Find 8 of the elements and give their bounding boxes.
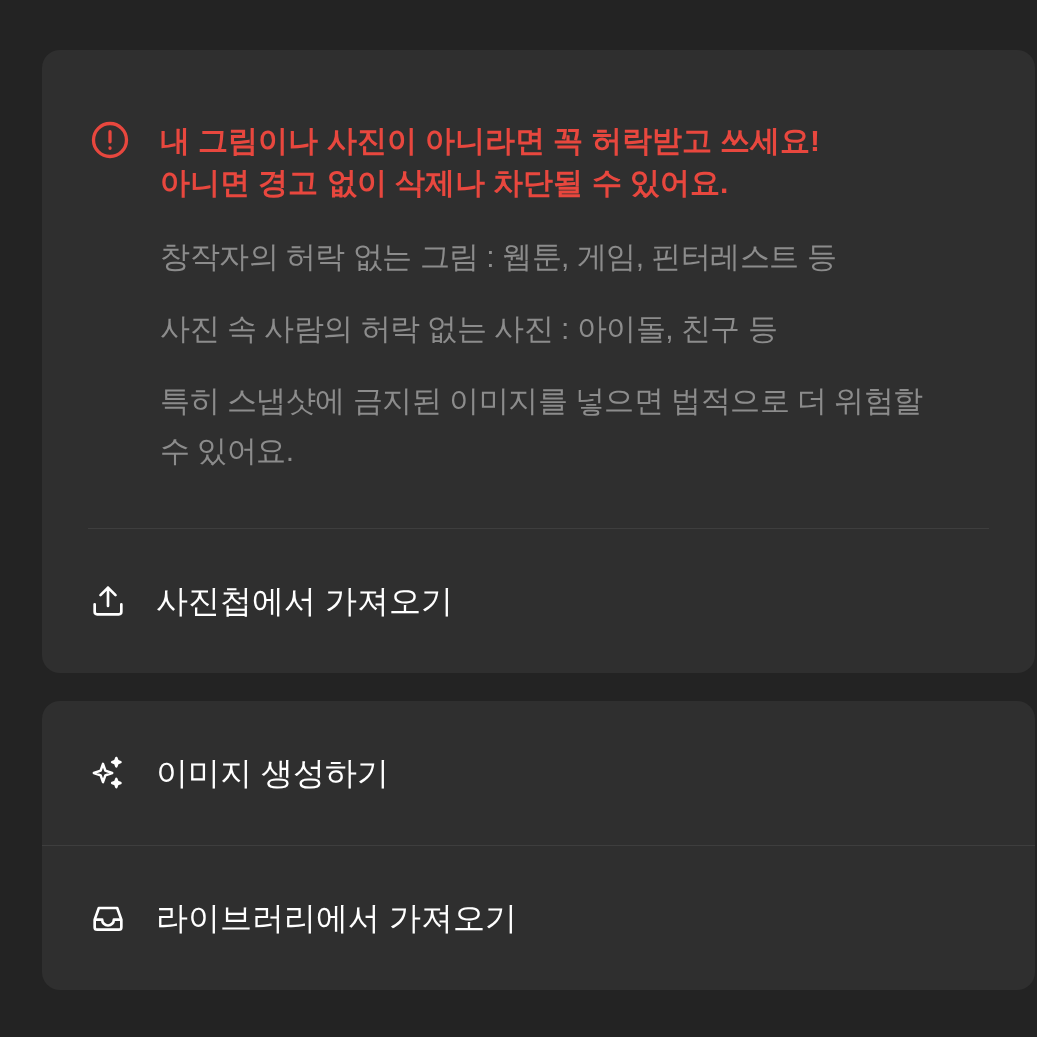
warning-title: 아니면 경고 없이 삭제나 차단될 수 있어요. — [160, 165, 730, 201]
action-item[interactable]: 사진첩에서 가져오기 — [42, 529, 1035, 673]
action-item[interactable]: 라이브러리에서 가져오기 — [42, 846, 1035, 990]
warning-title: 내 그림이나 사진이 아니라면 꼭 허락받고 쓰세요! — [160, 123, 821, 159]
warning-detail: 사진 속 사람의 허락 없는 사진 : 아이돌, 친구 등 — [160, 311, 779, 347]
warning-detail: 창작자의 허락 없는 그림 : 웹툰, 게임, 핀터레스트 등 — [160, 239, 838, 275]
warning-detail: 특히 스냅샷에 금지된 이미지를 넣으면 법적으로 더 위험할 수 있어요. — [160, 383, 924, 469]
action-item[interactable]: 이미지 생성하기 — [42, 701, 1035, 845]
